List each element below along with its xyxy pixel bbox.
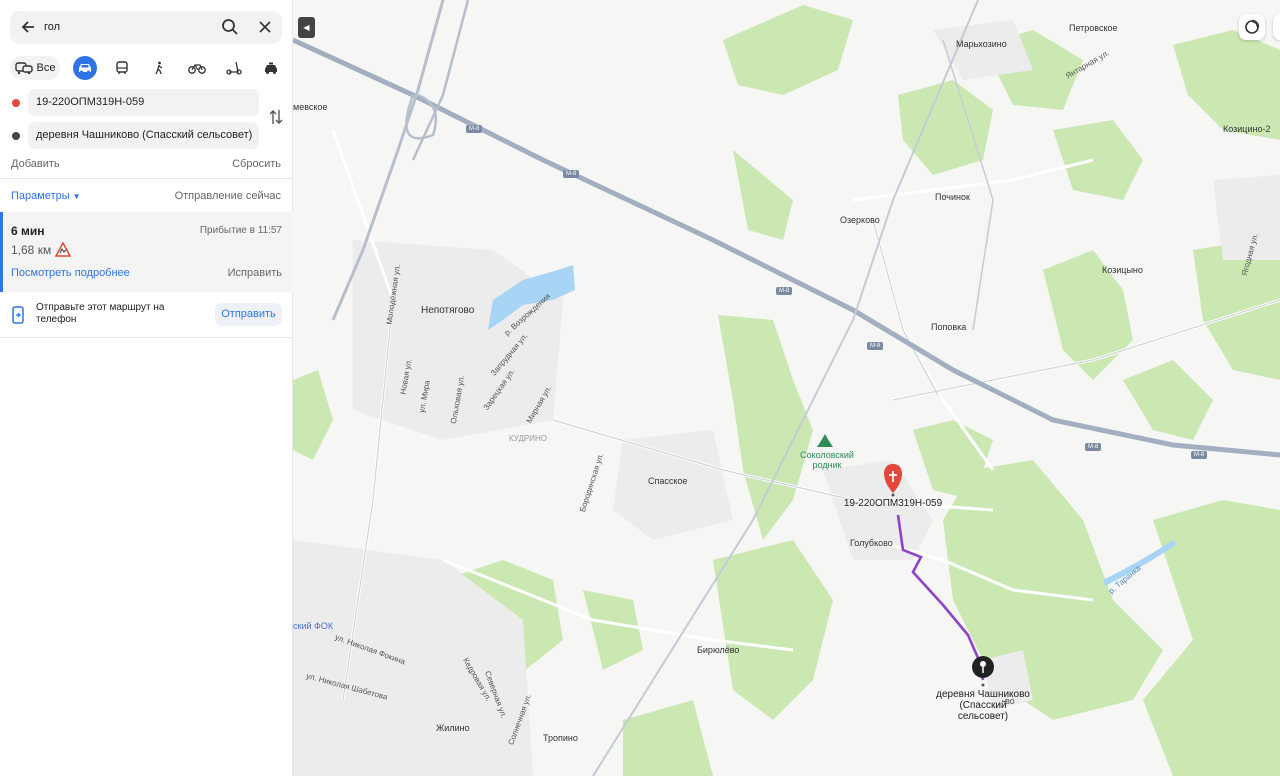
- route-point-from: 19-220ОПМ319Н-059: [10, 89, 260, 116]
- origin-dot-icon: [12, 99, 20, 107]
- transport-mix-icon: [14, 62, 33, 75]
- place-label[interactable]: Козицыно: [1102, 265, 1143, 275]
- origin-input[interactable]: 19-220ОПМ319Н-059: [28, 89, 259, 116]
- mode-car[interactable]: [73, 56, 97, 80]
- bicycle-icon: [188, 64, 206, 74]
- route-fix-link[interactable]: Исправить: [228, 267, 282, 279]
- search-query[interactable]: гол: [44, 21, 60, 33]
- route-distance: 1,68 км: [11, 243, 52, 257]
- mode-bike[interactable]: [185, 56, 209, 80]
- forest-area: [583, 590, 643, 670]
- collapse-panel-button[interactable]: ◀: [298, 17, 315, 38]
- search-bar[interactable]: гол: [10, 11, 282, 44]
- add-point-button[interactable]: Добавить: [11, 158, 60, 170]
- place-label[interactable]: Тропино: [543, 733, 578, 743]
- forest-area: [723, 5, 853, 95]
- mode-all-label: Все: [36, 62, 56, 74]
- search-icon[interactable]: [221, 18, 239, 36]
- departure-time[interactable]: Отправление сейчас: [175, 190, 281, 202]
- place-label[interactable]: Спасское: [648, 476, 687, 486]
- forest-area: [1123, 360, 1213, 440]
- send-to-phone: Отправьте этот маршрут на телефон Отправ…: [0, 292, 293, 338]
- place-label[interactable]: Петровское: [1069, 23, 1118, 33]
- forest-area: [623, 700, 713, 776]
- layers-icon: [1245, 19, 1260, 34]
- spring-label[interactable]: Соколовский родник: [793, 450, 861, 470]
- send-text: Отправьте этот маршрут на телефон: [36, 302, 165, 325]
- taxi-icon: [265, 62, 277, 74]
- scooter-icon: [226, 61, 242, 75]
- route-details-link[interactable]: Посмотреть подробнее: [11, 267, 130, 279]
- place-label[interactable]: Козицино-2: [1223, 124, 1270, 134]
- mode-walk[interactable]: [147, 56, 171, 80]
- place-label[interactable]: Озерково: [840, 215, 880, 225]
- route-sidebar: гол Все 19-220ОПМ319Н-059 деревня Чашник…: [0, 0, 293, 776]
- place-label[interactable]: мевское: [293, 102, 327, 112]
- place-label[interactable]: Голубково: [850, 538, 893, 548]
- forest-area: [293, 370, 333, 460]
- place-label[interactable]: Непотягово: [421, 305, 474, 316]
- highway-shield: М-8: [466, 125, 483, 133]
- highway-shield: М-8: [1191, 451, 1208, 459]
- poi-label[interactable]: ский ФОК: [293, 621, 333, 631]
- highway-shield: М-8: [1085, 443, 1102, 451]
- forest-area: [898, 80, 993, 175]
- walk-icon: [155, 61, 163, 75]
- car-icon: [79, 64, 91, 74]
- highway-shield: М-8: [776, 287, 793, 295]
- transport-modes: Все: [10, 56, 284, 80]
- forest-area: [733, 150, 793, 240]
- close-icon[interactable]: [257, 19, 273, 35]
- spring-icon: [817, 434, 833, 447]
- mode-taxi[interactable]: [259, 56, 283, 80]
- highway-shield: М-8: [867, 342, 884, 350]
- panorama-button[interactable]: [1273, 14, 1280, 40]
- place-label[interactable]: Марьхозино: [956, 39, 1007, 49]
- params-label: Параметры: [11, 190, 70, 202]
- bus-icon: [116, 61, 128, 74]
- forest-area: [1193, 240, 1280, 380]
- route-time: 6 мин: [11, 224, 45, 238]
- route-arrival: Прибытие в 11:57: [199, 225, 282, 236]
- map-graphics: [293, 0, 1280, 776]
- road-warning-icon: [55, 242, 71, 257]
- reset-button[interactable]: Сбросить: [232, 158, 281, 170]
- back-arrow-icon[interactable]: [19, 18, 37, 36]
- destination-input[interactable]: деревня Чашниково (Спасский сельсовет): [28, 122, 259, 149]
- place-label[interactable]: Жилино: [436, 723, 470, 733]
- origin-pin-label[interactable]: 19-220ОПМ319Н-059: [841, 498, 945, 509]
- map-canvas[interactable]: ◀ М-8 М-8 М-8 М-8 М-8 М-8 Петровское Мар…: [293, 0, 1280, 776]
- forest-area: [713, 540, 833, 720]
- place-label[interactable]: Починок: [935, 192, 970, 202]
- place-label[interactable]: Бирюлёво: [697, 645, 739, 655]
- caret-down-icon: ▼: [72, 192, 81, 201]
- mode-all[interactable]: Все: [10, 56, 60, 80]
- place-label[interactable]: Поповка: [931, 322, 966, 332]
- route-card[interactable]: 6 мин Прибытие в 11:57 1,68 км Посмотрет…: [0, 212, 293, 292]
- forest-area: [1053, 120, 1143, 200]
- destination-dot-icon: [12, 132, 20, 140]
- layers-button[interactable]: [1239, 14, 1265, 40]
- swap-icon[interactable]: [268, 108, 284, 126]
- divider: [0, 178, 293, 179]
- send-button[interactable]: Отправить: [215, 303, 282, 326]
- params-dropdown[interactable]: Параметры ▼: [11, 190, 81, 202]
- phone-icon: [12, 306, 24, 324]
- forest-area: [943, 460, 1163, 720]
- highway-shield: М-8: [563, 170, 580, 178]
- district-label: КУДРИНО: [509, 434, 547, 443]
- forest-area: [1143, 500, 1280, 776]
- mode-transit[interactable]: [110, 56, 134, 80]
- place-label: во: [1005, 696, 1015, 706]
- destination-pin-label[interactable]: деревня Чашниково (Спасский сельсовет): [933, 689, 1033, 722]
- route-point-to: деревня Чашниково (Спасский сельсовет): [10, 122, 260, 149]
- route-actions: Добавить Сбросить: [11, 158, 281, 170]
- river: [1103, 540, 1177, 586]
- mode-scooter[interactable]: [222, 56, 246, 80]
